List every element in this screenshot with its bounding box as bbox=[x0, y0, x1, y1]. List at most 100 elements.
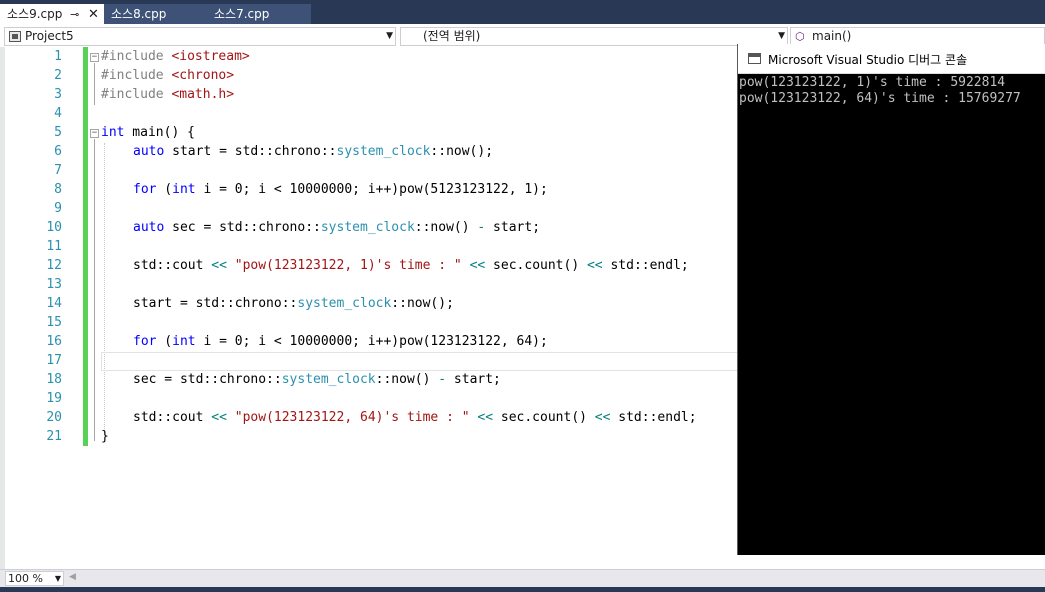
token: sec.count() bbox=[493, 410, 595, 425]
token: std::cout bbox=[133, 258, 212, 273]
token: "pow(123123122, 64)'s time : " bbox=[226, 410, 478, 425]
indent-guide bbox=[104, 143, 105, 435]
pin-icon[interactable]: ⊸ bbox=[70, 4, 79, 25]
code-line-12[interactable]: std::cout << "pow(123123122, 1)'s time :… bbox=[133, 256, 689, 275]
token: <iostream> bbox=[171, 49, 250, 64]
token: system_clock bbox=[336, 144, 431, 159]
code-line-8[interactable]: for (int i = 0; i < 10000000; i++)pow(51… bbox=[133, 180, 548, 199]
fold-icon[interactable]: − bbox=[90, 53, 99, 62]
token: std::endl; bbox=[602, 258, 689, 273]
line-number: 20 bbox=[46, 410, 62, 425]
dropdown-arrow-icon[interactable]: ▼ bbox=[778, 28, 785, 45]
fold-line bbox=[94, 63, 95, 105]
token: ( bbox=[156, 182, 173, 197]
fold-line bbox=[94, 139, 95, 441]
token: ( bbox=[156, 334, 173, 349]
code-line-2[interactable]: #include <chrono> bbox=[101, 66, 234, 85]
document-tab-strip: 소스9.cpp ⊸ ✕ 소스8.cpp 소스7.cpp bbox=[0, 0, 1045, 25]
token: << bbox=[211, 410, 227, 425]
line-number: 18 bbox=[46, 372, 62, 387]
console-output-line: pow(123123122, 1)'s time : 5922814 bbox=[739, 75, 1006, 90]
token: start = std::chrono:: bbox=[133, 296, 298, 311]
tab-source8[interactable]: 소스8.cpp bbox=[104, 4, 207, 25]
line-number: 3 bbox=[54, 87, 62, 102]
code-line-6[interactable]: auto start = std::chrono::system_clock::… bbox=[133, 142, 493, 161]
code-line-16[interactable]: for (int i = 0; i < 10000000; i++)pow(12… bbox=[133, 332, 548, 351]
token: int bbox=[172, 182, 196, 197]
line-number: 8 bbox=[54, 182, 62, 197]
tab-source7[interactable]: 소스7.cpp bbox=[207, 4, 311, 25]
horizontal-scrollbar[interactable] bbox=[80, 573, 1040, 584]
token: #include bbox=[101, 49, 172, 64]
token: - bbox=[438, 372, 447, 387]
token: start = std::chrono:: bbox=[164, 144, 337, 159]
dropdown-arrow-icon[interactable]: ▼ bbox=[386, 28, 393, 45]
fold-icon[interactable]: − bbox=[90, 129, 99, 138]
token: i = 0; i < 10000000; i++)pow(123123122, … bbox=[195, 334, 548, 349]
console-output[interactable]: pow(123123122, 1)'s time : 5922814 pow(1… bbox=[738, 74, 1045, 555]
token: for bbox=[133, 182, 157, 197]
token: } bbox=[101, 429, 109, 444]
token: for bbox=[133, 334, 157, 349]
token: std::cout bbox=[133, 410, 212, 425]
scope-dropdown-value: (전역 범위) bbox=[423, 29, 481, 43]
line-number: 15 bbox=[46, 315, 62, 330]
token: auto bbox=[133, 220, 165, 235]
line-number: 4 bbox=[54, 106, 62, 121]
dropdown-arrow-icon[interactable]: ▼ bbox=[55, 572, 61, 585]
current-line-highlight bbox=[101, 352, 741, 371]
token: system_clock bbox=[281, 372, 376, 387]
line-number: 16 bbox=[46, 334, 62, 349]
debug-console-window[interactable]: Microsoft Visual Studio 디버그 콘솔 pow(12312… bbox=[737, 44, 1045, 555]
line-number: 5 bbox=[54, 125, 62, 140]
line-number: 19 bbox=[46, 391, 62, 406]
token: <chrono> bbox=[171, 68, 235, 83]
line-number-gutter: 1 2 3 4 5 6 7 8 9 10 11 12 13 14 15 16 1… bbox=[5, 47, 83, 447]
code-line-14[interactable]: start = std::chrono::system_clock::now()… bbox=[133, 294, 454, 313]
tab-label: 소스9.cpp bbox=[7, 7, 63, 21]
change-tracking-bar bbox=[83, 47, 88, 446]
code-line-1[interactable]: #include <iostream> bbox=[101, 47, 250, 66]
scope-dropdown[interactable]: (전역 범위) ▼ bbox=[400, 27, 788, 46]
token: << bbox=[469, 258, 486, 273]
code-line-3[interactable]: #include <math.h> bbox=[101, 85, 234, 104]
project-dropdown[interactable]: Project5 ▼ bbox=[4, 27, 396, 46]
project-dropdown-value: Project5 bbox=[25, 29, 74, 43]
line-number: 12 bbox=[46, 258, 62, 273]
line-number: 6 bbox=[54, 144, 62, 159]
code-line-5[interactable]: int main() { bbox=[101, 123, 195, 142]
project-icon bbox=[9, 31, 21, 42]
token: << bbox=[211, 258, 227, 273]
token: sec = std::chrono:: bbox=[164, 220, 321, 235]
token: start; bbox=[485, 220, 541, 235]
line-number: 2 bbox=[54, 68, 62, 83]
tab-source9[interactable]: 소스9.cpp ⊸ ✕ bbox=[0, 4, 104, 25]
token: ::now(); bbox=[430, 144, 494, 159]
token: int bbox=[101, 125, 125, 140]
close-icon[interactable]: ✕ bbox=[88, 4, 99, 25]
tab-label: 소스7.cpp bbox=[214, 7, 270, 21]
line-number: 14 bbox=[46, 296, 62, 311]
token: start; bbox=[446, 372, 501, 387]
line-number: 10 bbox=[46, 220, 62, 235]
token: main() { bbox=[124, 125, 195, 140]
console-title-bar[interactable]: Microsoft Visual Studio 디버그 콘솔 bbox=[738, 44, 1045, 74]
line-number: 1 bbox=[54, 49, 62, 64]
code-line-21[interactable]: } bbox=[101, 427, 109, 446]
scroll-left-icon[interactable]: ◀ bbox=[69, 572, 76, 582]
code-line-20[interactable]: std::cout << "pow(123123122, 64)'s time … bbox=[133, 408, 697, 427]
tab-label: 소스8.cpp bbox=[111, 7, 167, 21]
token: sec = std::chrono:: bbox=[133, 372, 282, 387]
token: i = 0; i < 10000000; i++)pow(5123123122,… bbox=[195, 182, 548, 197]
editor-bottom-bar: 100 % ▼ ◀ bbox=[0, 569, 1045, 587]
console-output-line: pow(123123122, 64)'s time : 15769277 bbox=[739, 91, 1021, 106]
line-number: 13 bbox=[46, 277, 62, 292]
member-dropdown-value: main() bbox=[812, 29, 852, 43]
code-line-18[interactable]: sec = std::chrono::system_clock::now() -… bbox=[133, 370, 501, 389]
zoom-dropdown[interactable]: 100 % ▼ bbox=[5, 571, 64, 586]
line-number: 9 bbox=[54, 201, 62, 216]
console-title: Microsoft Visual Studio 디버그 콘솔 bbox=[768, 53, 968, 67]
token: auto bbox=[133, 144, 165, 159]
token: system_clock bbox=[320, 220, 415, 235]
code-line-10[interactable]: auto sec = std::chrono::system_clock::no… bbox=[133, 218, 540, 237]
